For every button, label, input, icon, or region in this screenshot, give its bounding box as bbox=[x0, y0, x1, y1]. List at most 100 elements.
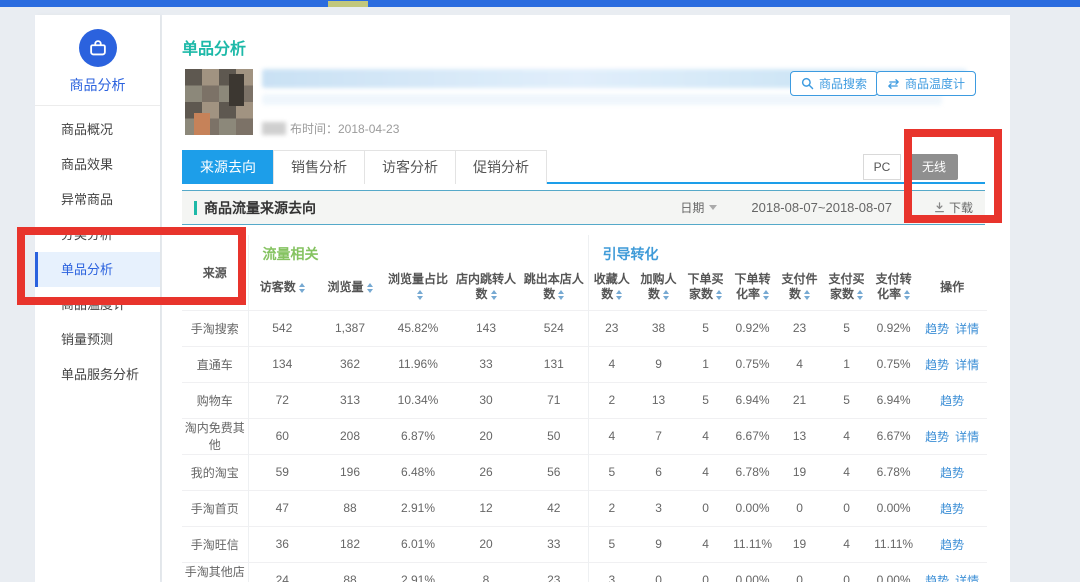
cell-value: 1 bbox=[682, 346, 729, 382]
sidebar-item-单品服务分析[interactable]: 单品服务分析 bbox=[35, 357, 160, 392]
row-actions: 趋势详情 bbox=[917, 418, 987, 454]
sort-icon[interactable] bbox=[904, 290, 910, 300]
cell-value: 26 bbox=[452, 454, 520, 490]
cell-value: 30 bbox=[452, 382, 520, 418]
traffic-source-table: 来源 流量相关 引导转化 访客数 浏览量 浏览量占比店内跳转人数跳出本店人数收藏人数… bbox=[182, 235, 987, 582]
sort-icon[interactable] bbox=[299, 283, 305, 293]
date-dropdown[interactable]: 日期 bbox=[680, 199, 717, 216]
column-header-收藏人数[interactable]: 收藏人数 bbox=[588, 265, 635, 310]
table-group-header-row: 来源 流量相关 引导转化 bbox=[182, 235, 987, 265]
table-row: 手淘首页47882.91%12422300.00%000.00%趋势 bbox=[182, 490, 987, 526]
sort-icon[interactable] bbox=[367, 283, 373, 293]
detail-link[interactable]: 详情 bbox=[955, 574, 979, 582]
sort-icon[interactable] bbox=[491, 290, 497, 300]
wireless-toggle-button[interactable]: 无线 bbox=[910, 154, 958, 180]
sort-icon[interactable] bbox=[616, 290, 622, 300]
trend-link[interactable]: 趋势 bbox=[925, 322, 949, 336]
swap-arrows-icon bbox=[887, 78, 900, 90]
cell-value: 2 bbox=[588, 382, 635, 418]
cell-value: 24 bbox=[248, 562, 316, 582]
trend-link[interactable]: 趋势 bbox=[925, 574, 949, 582]
tab-访客分析[interactable]: 访客分析 bbox=[364, 150, 455, 184]
cell-value: 0.00% bbox=[870, 562, 917, 582]
cell-value: 6.67% bbox=[729, 418, 776, 454]
main-content: 单品分析 布时间：2018-04-23 商品搜索 商品温度计 来源去向销售分析访… bbox=[162, 15, 1010, 582]
sort-icon[interactable] bbox=[558, 290, 564, 300]
column-header-加购人数[interactable]: 加购人数 bbox=[635, 265, 682, 310]
table-row: 直通车13436211.96%331314910.75%410.75%趋势详情 bbox=[182, 346, 987, 382]
row-source-手淘其他店铺商品: 手淘其他店铺商品 bbox=[182, 562, 248, 582]
detail-link[interactable]: 详情 bbox=[955, 322, 979, 336]
column-header-跳出本店人数[interactable]: 跳出本店人数 bbox=[520, 265, 588, 310]
product-thermometer-button[interactable]: 商品温度计 bbox=[876, 71, 976, 96]
column-header-支付买家数[interactable]: 支付买家数 bbox=[823, 265, 870, 310]
cell-value: 4 bbox=[588, 346, 635, 382]
column-header-支付件数[interactable]: 支付件数 bbox=[776, 265, 823, 310]
cell-value: 5 bbox=[682, 382, 729, 418]
cell-value: 0 bbox=[776, 490, 823, 526]
cell-value: 524 bbox=[520, 310, 588, 346]
cell-value: 20 bbox=[452, 418, 520, 454]
trend-link[interactable]: 趋势 bbox=[940, 394, 964, 408]
column-header-下单转化率[interactable]: 下单转化率 bbox=[729, 265, 776, 310]
column-header-label: 浏览量占比 bbox=[388, 272, 448, 286]
row-source-我的淘宝: 我的淘宝 bbox=[182, 454, 248, 490]
cell-value: 11.11% bbox=[870, 526, 917, 562]
row-source-手淘搜索: 手淘搜索 bbox=[182, 310, 248, 346]
date-dropdown-label: 日期 bbox=[680, 199, 704, 216]
column-header-访客数[interactable]: 访客数 bbox=[248, 265, 316, 310]
cell-value: 23 bbox=[520, 562, 588, 582]
column-header-label: 浏览量 bbox=[327, 280, 363, 294]
tab-来源去向[interactable]: 来源去向 bbox=[182, 150, 273, 184]
cell-value: 6.48% bbox=[384, 454, 452, 490]
column-header-label: 跳出本店人数 bbox=[524, 272, 584, 301]
cell-value: 0 bbox=[682, 490, 729, 526]
traffic-group-header: 流量相关 bbox=[248, 235, 588, 265]
cell-value: 4 bbox=[776, 346, 823, 382]
cell-value: 542 bbox=[248, 310, 316, 346]
trend-link[interactable]: 趋势 bbox=[925, 430, 949, 444]
sidebar-item-分类分析[interactable]: 分类分析 bbox=[35, 217, 160, 252]
column-header-浏览量[interactable]: 浏览量 bbox=[316, 265, 384, 310]
detail-link[interactable]: 详情 bbox=[955, 430, 979, 444]
tab-促销分析[interactable]: 促销分析 bbox=[455, 150, 547, 184]
column-header-店内跳转人数[interactable]: 店内跳转人数 bbox=[452, 265, 520, 310]
sort-icon[interactable] bbox=[417, 290, 423, 300]
sort-icon[interactable] bbox=[804, 290, 810, 300]
trend-link[interactable]: 趋势 bbox=[940, 502, 964, 516]
trend-link[interactable]: 趋势 bbox=[940, 466, 964, 480]
column-header-支付转化率[interactable]: 支付转化率 bbox=[870, 265, 917, 310]
section-marker bbox=[194, 201, 197, 215]
product-search-button[interactable]: 商品搜索 bbox=[790, 71, 878, 96]
sidebar-item-销量预测[interactable]: 销量预测 bbox=[35, 322, 160, 357]
cell-value: 72 bbox=[248, 382, 316, 418]
publish-time: 布时间：2018-04-23 bbox=[262, 120, 399, 137]
source-column-header[interactable]: 来源 bbox=[182, 235, 248, 310]
column-header-下单买家数[interactable]: 下单买家数 bbox=[682, 265, 729, 310]
sidebar-item-单品分析[interactable]: 单品分析 bbox=[35, 252, 160, 287]
pc-toggle-button[interactable]: PC bbox=[863, 154, 901, 180]
detail-link[interactable]: 详情 bbox=[955, 358, 979, 372]
column-header-label: 访客数 bbox=[260, 280, 296, 294]
sort-icon[interactable] bbox=[663, 290, 669, 300]
download-button[interactable]: 下载 bbox=[934, 199, 973, 216]
cell-value: 12 bbox=[452, 490, 520, 526]
sort-icon[interactable] bbox=[763, 290, 769, 300]
sidebar-item-商品效果[interactable]: 商品效果 bbox=[35, 147, 160, 182]
cell-value: 0.00% bbox=[729, 490, 776, 526]
sort-icon[interactable] bbox=[857, 290, 863, 300]
trend-link[interactable]: 趋势 bbox=[925, 358, 949, 372]
sidebar-item-商品概况[interactable]: 商品概况 bbox=[35, 112, 160, 147]
cell-value: 0.75% bbox=[729, 346, 776, 382]
cell-value: 0.00% bbox=[870, 490, 917, 526]
table-body: 手淘搜索5421,38745.82%143524233850.92%2350.9… bbox=[182, 310, 987, 582]
tab-销售分析[interactable]: 销售分析 bbox=[273, 150, 364, 184]
date-range-value[interactable]: 2018-08-07~2018-08-07 bbox=[751, 200, 892, 215]
sidebar-item-异常商品[interactable]: 异常商品 bbox=[35, 182, 160, 217]
cell-value: 6.94% bbox=[729, 382, 776, 418]
column-header-浏览量占比[interactable]: 浏览量占比 bbox=[384, 265, 452, 310]
product-analysis-icon bbox=[79, 29, 117, 67]
sidebar-item-商品温度计[interactable]: 商品温度计 bbox=[35, 287, 160, 322]
trend-link[interactable]: 趋势 bbox=[940, 538, 964, 552]
sort-icon[interactable] bbox=[716, 290, 722, 300]
